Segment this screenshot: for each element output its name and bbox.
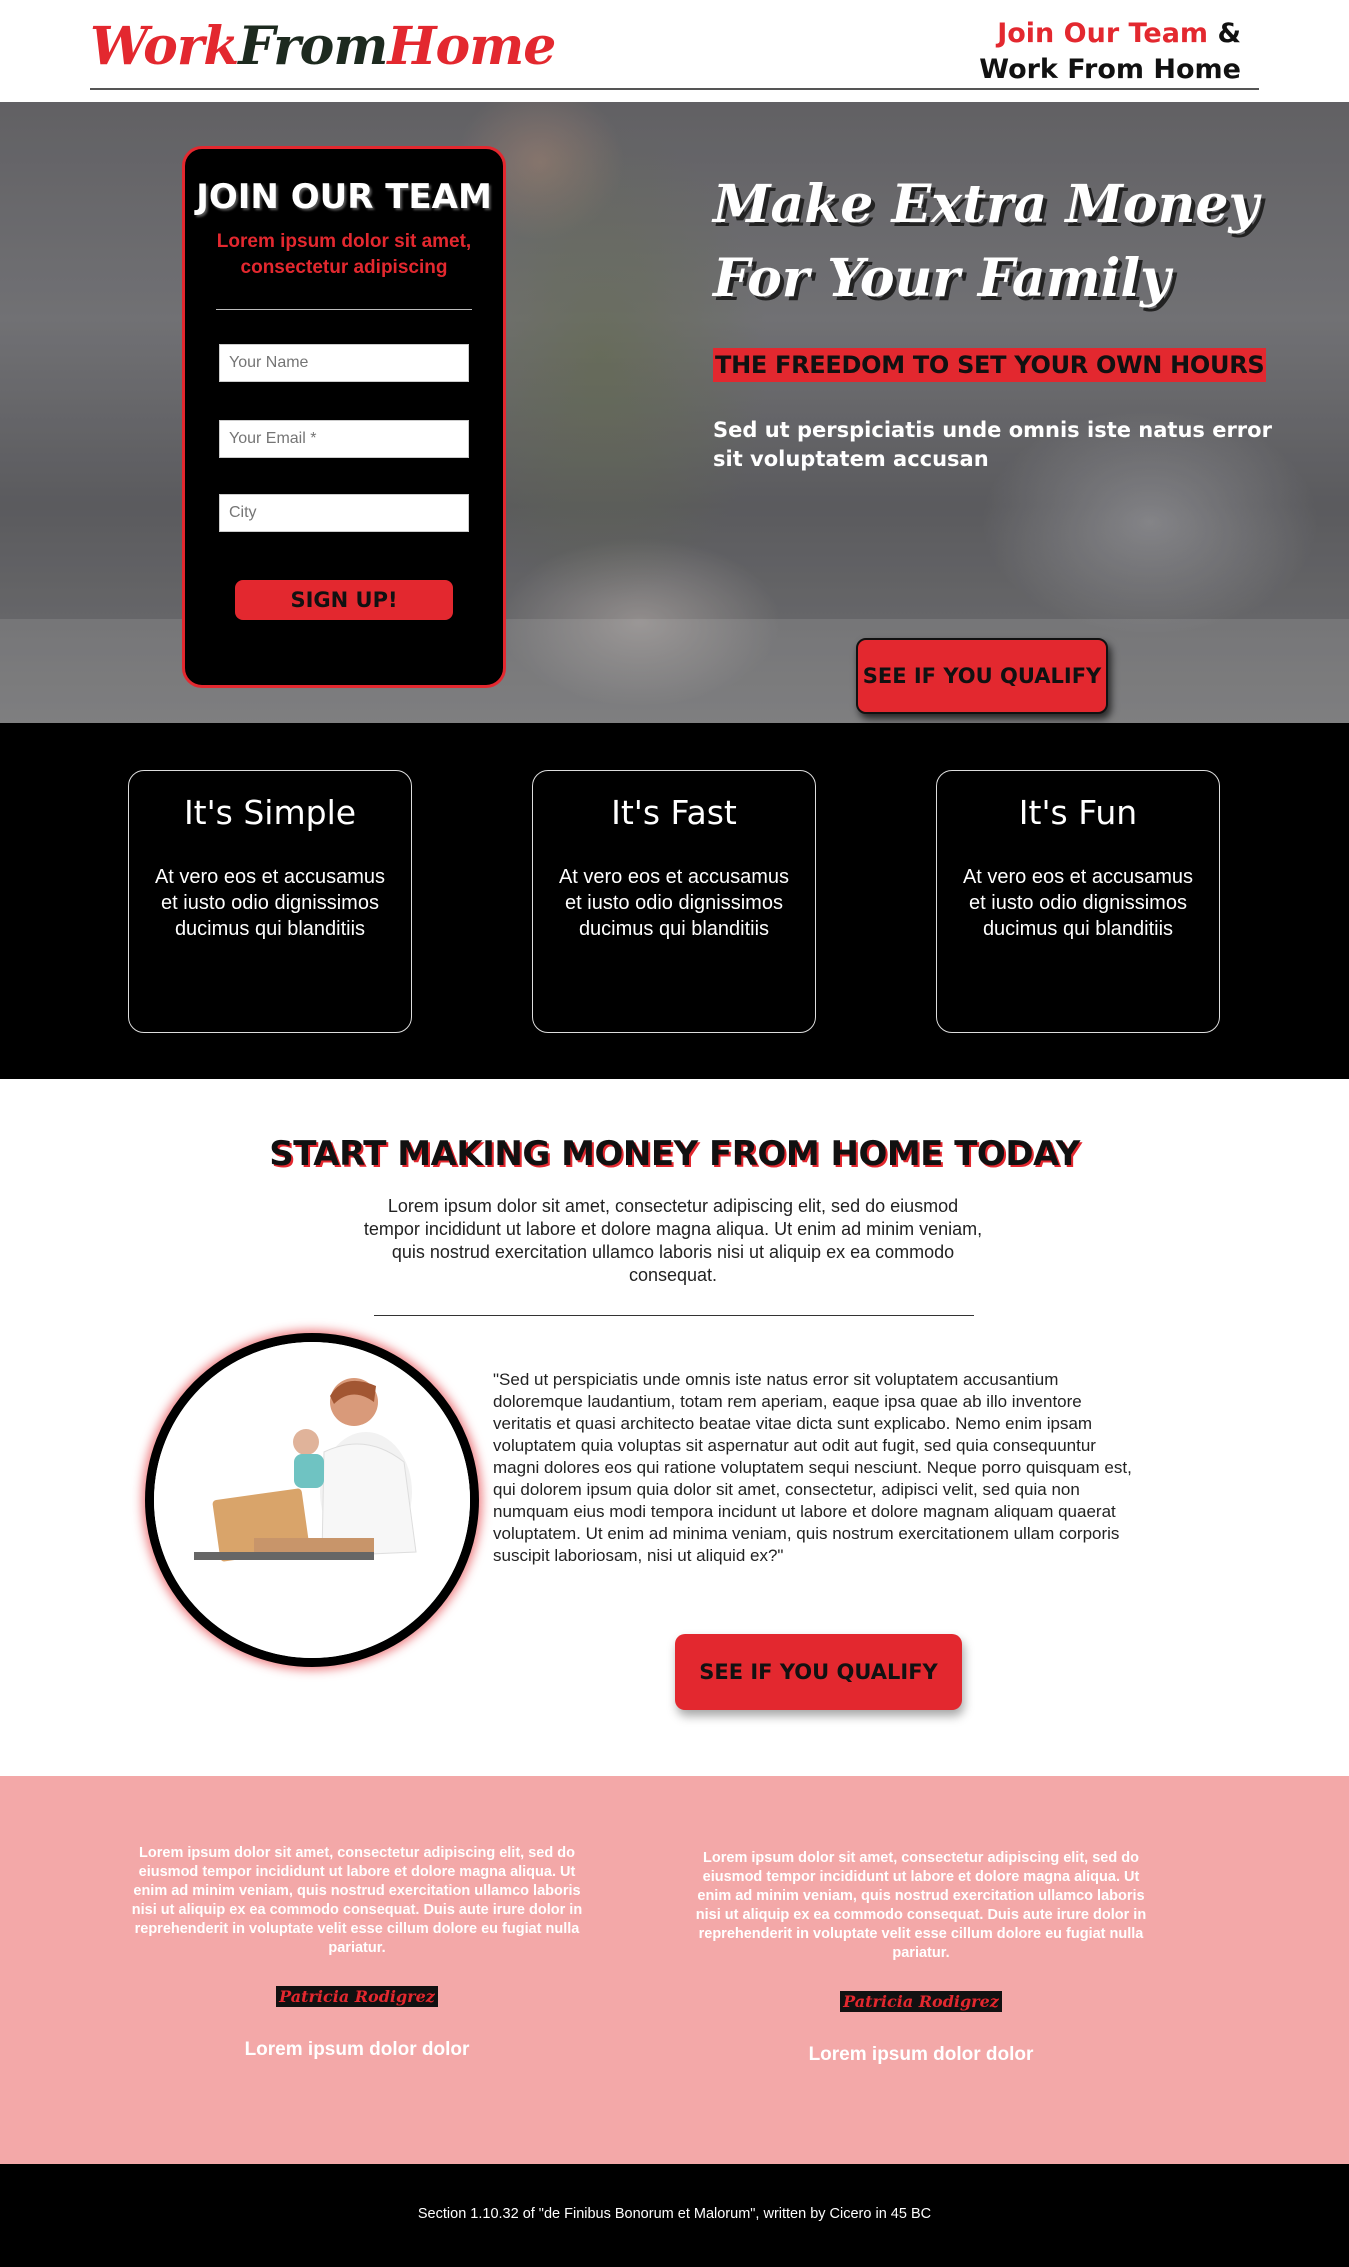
form-title: JOIN OUR TEAM: [196, 177, 492, 217]
header-join-text: Join Our Team: [997, 18, 1209, 49]
hero-text-block: Make Extra Money For Your Family THE FRE…: [713, 168, 1273, 474]
hero-description: Sed ut perspiciatis unde omnis iste natu…: [713, 418, 1272, 471]
feature-card-fun: It's Fun At vero eos et accusamus et ius…: [936, 770, 1220, 1033]
logo[interactable]: WorkFromHome: [90, 16, 556, 77]
feature-text: At vero eos et accusamus et iusto odio d…: [154, 866, 386, 940]
testimonial-author: Patricia Rodigrez: [276, 1986, 438, 2007]
email-input[interactable]: [219, 420, 469, 458]
logo-from: From: [238, 16, 388, 77]
testimonial-role: Lorem ipsum dolor dolor: [808, 2044, 1034, 2065]
father-laptop-illustration: [154, 1342, 470, 1658]
hero-qualify-button[interactable]: SEE IF YOU QUALIFY: [856, 638, 1108, 714]
testimonial-text: Lorem ipsum dolor sit amet, consectetur …: [131, 1845, 583, 1956]
testimonial-card: Lorem ipsum dolor sit amet, consectetur …: [122, 1844, 592, 2061]
header-amp: &: [1208, 18, 1241, 49]
feature-text: At vero eos et accusamus et iusto odio d…: [962, 866, 1194, 940]
logo-home: Home: [387, 16, 556, 77]
feature-card-fast: It's Fast At vero eos et accusamus et iu…: [532, 770, 816, 1033]
form-subtitle: Lorem ipsum dolor sit amet, consectetur …: [216, 231, 472, 278]
logo-work: Work: [90, 16, 239, 77]
hero-tagline: THE FREEDOM TO SET YOUR OWN HOURS: [713, 348, 1267, 382]
name-input[interactable]: [219, 344, 469, 382]
start-divider: [374, 1315, 974, 1316]
feature-title: It's Simple: [183, 793, 357, 832]
city-input[interactable]: [219, 494, 469, 532]
hero-headline-line2: For Your Family: [713, 248, 1171, 309]
hero-headline: Make Extra Money For Your Family: [713, 168, 1273, 316]
start-description: Lorem ipsum dolor sit amet, consectetur …: [363, 1196, 983, 1285]
form-divider: [216, 309, 472, 310]
start-section: START MAKING MONEY FROM HOME TODAY Lorem…: [0, 1079, 1349, 1776]
testimonial-author: Patricia Rodigrez: [840, 1991, 1002, 2012]
father-laptop-photo: [145, 1333, 479, 1667]
signup-button[interactable]: SIGN UP!: [235, 580, 453, 620]
footer-text: Section 1.10.32 of "de Finibus Bonorum e…: [417, 2206, 932, 2222]
testimonial-text: Lorem ipsum dolor sit amet, consectetur …: [695, 1850, 1147, 1961]
header-tagline: Join Our Team & Work From Home: [979, 16, 1241, 88]
hero-headline-line1: Make Extra Money: [713, 174, 1259, 235]
qualify-button-secondary[interactable]: SEE IF YOU QUALIFY: [675, 1634, 962, 1710]
features-section: It's Simple At vero eos et accusamus et …: [0, 723, 1349, 1079]
header-divider: [90, 88, 1259, 90]
hero-section: JOIN OUR TEAM Lorem ipsum dolor sit amet…: [0, 102, 1349, 723]
testimonial-role: Lorem ipsum dolor dolor: [244, 2039, 470, 2060]
feature-text: At vero eos et accusamus et iusto odio d…: [558, 866, 790, 940]
testimonial-card: Lorem ipsum dolor sit amet, consectetur …: [686, 1849, 1156, 2066]
header-wfh-text: Work From Home: [979, 54, 1241, 85]
feature-title: It's Fun: [1018, 793, 1138, 832]
site-footer: Section 1.10.32 of "de Finibus Bonorum e…: [0, 2164, 1349, 2267]
site-header: WorkFromHome Join Our Team & Work From H…: [0, 0, 1349, 102]
feature-title: It's Fast: [611, 793, 737, 832]
feature-card-simple: It's Simple At vero eos et accusamus et …: [128, 770, 412, 1033]
start-title: START MAKING MONEY FROM HOME TODAY: [269, 1134, 1080, 1174]
testimonials-section: Lorem ipsum dolor sit amet, consectetur …: [0, 1776, 1349, 2164]
testimonial-quote: "Sed ut perspiciatis unde omnis iste nat…: [493, 1370, 1132, 1565]
signup-form-card: JOIN OUR TEAM Lorem ipsum dolor sit amet…: [182, 146, 506, 688]
